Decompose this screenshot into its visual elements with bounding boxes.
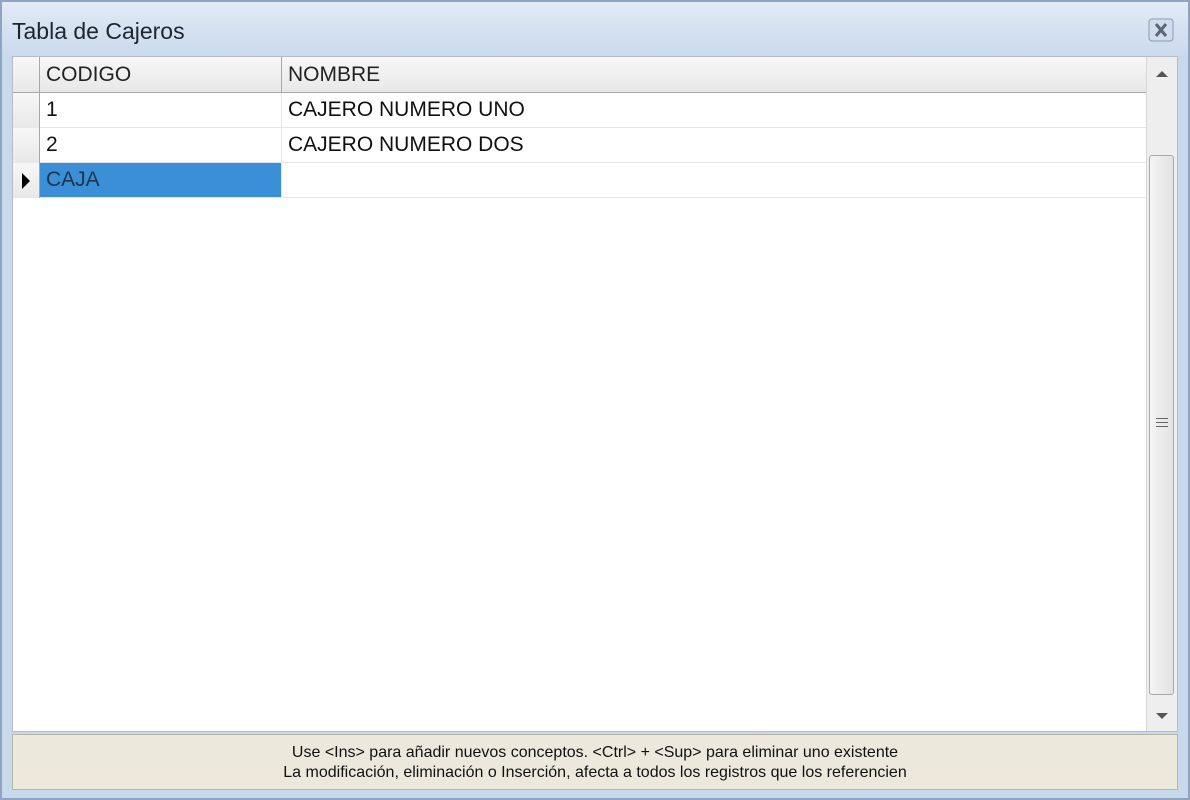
help-text-line-2: La modificación, eliminación o Inserción… [283,764,907,781]
window-title: Tabla de Cajeros [12,18,185,44]
grid-header-row: CODIGO NOMBRE [13,57,1148,93]
title-bar[interactable]: Tabla de Cajeros [2,2,1188,56]
header-corner[interactable] [13,57,40,92]
scroll-thumb[interactable] [1149,155,1174,695]
scroll-up-arrow-icon [1156,71,1168,77]
row-header[interactable] [13,93,40,128]
cell-nombre[interactable] [282,163,1148,197]
close-icon [1148,18,1174,42]
column-header-codigo[interactable]: CODIGO [40,57,282,92]
close-button[interactable] [1148,18,1174,42]
row-header[interactable] [13,163,40,198]
scroll-down-button[interactable] [1147,699,1177,731]
help-text-line-1: Use <Ins> para añadir nuevos conceptos. … [291,744,899,761]
cell-codigo-editing[interactable]: CAJA [40,163,282,197]
grid-body: CODIGO NOMBRE 1 CAJERO NUMERO UNO 2 CAJE… [13,57,1148,731]
cell-nombre[interactable]: CAJERO NUMERO DOS [282,128,1148,162]
help-footer: Use <Ins> para añadir nuevos conceptos. … [12,734,1178,790]
cell-nombre[interactable]: CAJERO NUMERO UNO [282,93,1148,127]
table-row-current[interactable]: CAJA [13,163,1148,198]
scroll-down-arrow-icon [1156,713,1168,719]
table-row[interactable]: 2 CAJERO NUMERO DOS [13,128,1148,163]
data-grid[interactable]: CODIGO NOMBRE 1 CAJERO NUMERO UNO 2 CAJE… [12,56,1178,732]
scroll-grip-icon [1156,418,1168,430]
scroll-up-button[interactable] [1147,57,1177,91]
table-row[interactable]: 1 CAJERO NUMERO UNO [13,93,1148,128]
column-header-nombre[interactable]: NOMBRE [282,57,1148,92]
cashier-table-window: Tabla de Cajeros CODIGO NOMBRE 1 CAJERO … [0,0,1190,800]
cell-codigo[interactable]: 2 [40,128,282,162]
row-header[interactable] [13,128,40,163]
current-row-arrow-icon [22,173,30,189]
vertical-scrollbar[interactable] [1146,57,1177,731]
cell-codigo[interactable]: 1 [40,93,282,127]
